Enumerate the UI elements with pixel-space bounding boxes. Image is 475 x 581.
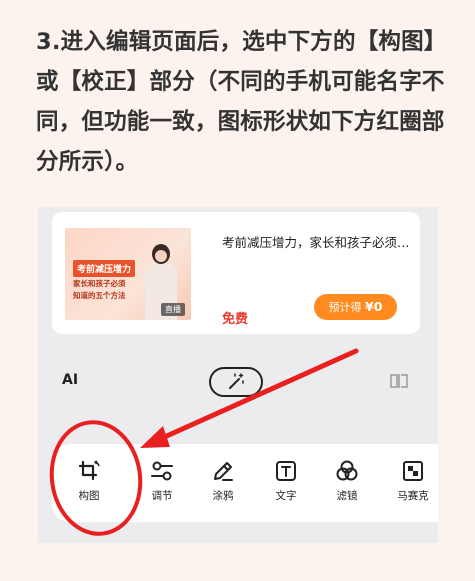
- course-reward-button[interactable]: 预计得 ¥0: [314, 294, 397, 320]
- auto-enhance-button[interactable]: [209, 367, 263, 397]
- filter-icon: [336, 460, 358, 481]
- tool-mosaic[interactable]: 马赛克: [388, 458, 438, 503]
- tool-crop[interactable]: 构图: [64, 458, 114, 503]
- text-icon: [276, 461, 296, 481]
- tool-crop-label: 构图: [78, 490, 100, 502]
- tool-adjust[interactable]: 调节: [137, 458, 187, 503]
- phone-screenshot: 考前减压增力 家长和孩子必须 知道的五个方法 直播 考前减压增力，家长和孩子必须…: [38, 207, 438, 543]
- instruction-text: 3.进入编辑页面后，选中下方的【构图】或【校正】部分（不同的手机可能名字不同，但…: [36, 29, 445, 175]
- tool-filter[interactable]: 滤镜: [322, 458, 372, 503]
- reward-price: ¥0: [365, 299, 383, 314]
- mosaic-icon: [403, 461, 423, 481]
- course-title: 考前减压增力，家长和孩子必须知道的五个方法: [222, 235, 412, 250]
- ai-button[interactable]: AI: [62, 372, 78, 388]
- course-thumbnail: 考前减压增力 家长和孩子必须 知道的五个方法 直播: [65, 228, 191, 320]
- course-card[interactable]: 考前减压增力 家长和孩子必须 知道的五个方法 直播 考前减压增力，家长和孩子必须…: [52, 212, 420, 334]
- thumbnail-line-2: 知道的五个方法: [73, 291, 126, 300]
- thumbnail-line-1: 家长和孩子必须: [73, 279, 126, 288]
- thumbnail-title: 考前减压增力: [73, 260, 136, 277]
- tool-mosaic-label: 马赛克: [397, 490, 429, 502]
- reward-label: 预计得: [328, 301, 362, 314]
- tool-doodle-label: 涂鸦: [212, 490, 234, 502]
- tool-text[interactable]: 文字: [261, 458, 311, 503]
- edit-toolbar: 构图 调节 涂鸦 文字 滤镜 马赛克: [52, 444, 438, 522]
- pen-icon: [214, 462, 233, 481]
- tool-text-label: 文字: [275, 490, 297, 502]
- tool-doodle[interactable]: 涂鸦: [198, 458, 248, 503]
- magic-wand-icon: [229, 373, 244, 389]
- compare-icon[interactable]: [390, 372, 408, 394]
- tool-filter-label: 滤镜: [336, 490, 358, 502]
- adjust-sliders-icon: [151, 461, 173, 481]
- crop-rotate-icon: [78, 460, 100, 481]
- live-badge: 直播: [161, 303, 185, 316]
- tool-adjust-label: 调节: [151, 490, 173, 502]
- course-price: 免费: [222, 312, 249, 327]
